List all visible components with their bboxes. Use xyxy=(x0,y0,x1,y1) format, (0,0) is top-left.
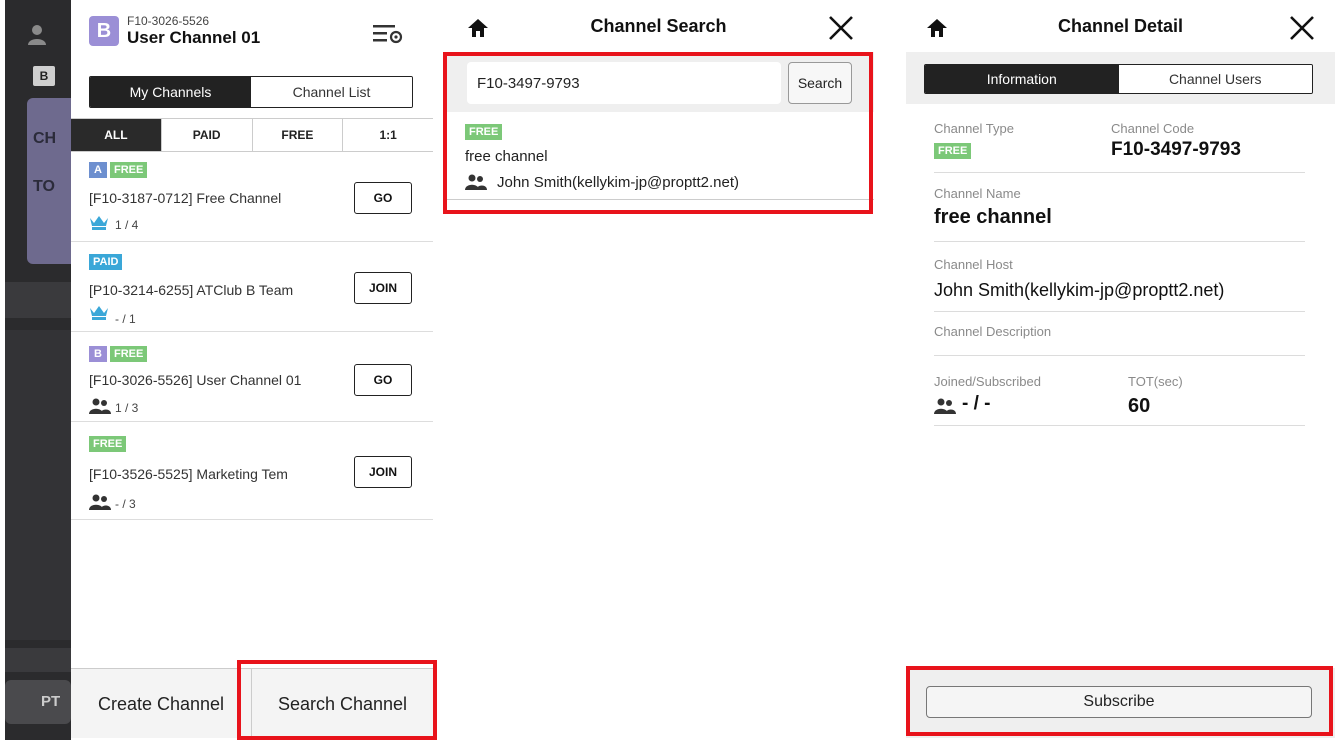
join-button[interactable]: JOIN xyxy=(354,272,412,304)
list-item[interactable]: FREE [F10-3526-5525] Marketing Tem - / 3… xyxy=(71,422,433,520)
channel-letter-badge: B xyxy=(89,346,107,362)
crown-icon xyxy=(90,216,108,230)
channel-letter-badge: A xyxy=(89,162,107,178)
channel-avatar: B xyxy=(89,16,119,46)
close-icon[interactable] xyxy=(827,14,855,42)
channel-badges: PAID xyxy=(89,252,125,270)
bg-label-ch: CH xyxy=(33,130,57,147)
create-channel-button[interactable]: Create Channel xyxy=(71,668,251,738)
go-button[interactable]: GO xyxy=(354,182,412,214)
users-icon xyxy=(89,494,111,510)
channel-description-label: Channel Description xyxy=(934,324,1052,339)
filter-1on1[interactable]: 1:1 xyxy=(343,119,433,151)
subscribe-bar: Subscribe xyxy=(906,668,1335,738)
channel-detail-screen: Channel Detail Information Channel Users… xyxy=(906,0,1335,740)
free-badge: FREE xyxy=(465,124,503,140)
bg-strip xyxy=(5,282,71,318)
channel-host-label: Channel Host xyxy=(934,257,1013,272)
search-header: Channel Search xyxy=(443,0,874,52)
channel-name: [F10-3187-0712] Free Channel xyxy=(89,190,282,206)
channel-type-label: Channel Type xyxy=(934,121,1014,136)
users-icon xyxy=(465,174,487,190)
current-channel-code: F10-3026-5526 xyxy=(127,14,210,28)
bg-badge-b: B xyxy=(33,66,55,86)
channel-badges: FREE xyxy=(89,434,129,452)
bg-label-to: TO xyxy=(33,178,55,195)
page-title: Channel Detail xyxy=(1057,16,1184,36)
users-icon xyxy=(934,398,956,414)
channel-host-value: John Smith(kellykim-jp@proptt2.net) xyxy=(934,280,1225,300)
user-icon xyxy=(28,25,46,45)
joined-subscribed-label: Joined/Subscribed xyxy=(934,374,1041,389)
filter-all[interactable]: ALL xyxy=(71,119,162,151)
search-input[interactable] xyxy=(467,62,781,104)
member-count: - / 3 xyxy=(115,497,136,511)
crown-icon xyxy=(90,306,108,320)
channel-name-value: free channel xyxy=(934,206,1052,228)
channel-code-label: Channel Code xyxy=(1111,121,1195,136)
list-item[interactable]: A FREE [F10-3187-0712] Free Channel 1 / 4… xyxy=(71,152,433,242)
bg-ptt-button: PT xyxy=(5,680,71,724)
result-channel-host: John Smith(kellykim-jp@proptt2.net) xyxy=(497,174,739,191)
member-count: 1 / 4 xyxy=(115,218,139,232)
tot-label: TOT(sec) xyxy=(1128,374,1183,389)
channel-search-screen: Channel Search Search FREE free channel … xyxy=(443,0,874,740)
free-badge: FREE xyxy=(934,143,972,159)
search-button[interactable]: Search xyxy=(788,62,852,104)
detail-header: Channel Detail xyxy=(906,0,1335,52)
page-title: Channel Search xyxy=(590,16,727,36)
divider xyxy=(934,355,1305,356)
bg-strip xyxy=(5,648,71,672)
users-icon xyxy=(89,398,111,414)
result-channel-name: free channel xyxy=(465,148,548,165)
divider xyxy=(934,241,1305,242)
filter-paid[interactable]: PAID xyxy=(161,119,253,151)
search-bar: Search xyxy=(443,52,874,112)
background-app: B CH TO PT xyxy=(5,0,71,740)
list-item[interactable]: PAID [P10-3214-6255] ATClub B Team - / 1… xyxy=(71,242,433,332)
current-channel-name: User Channel 01 xyxy=(127,28,261,47)
close-icon[interactable] xyxy=(1288,14,1316,42)
channel-name: [F10-3526-5525] Marketing Tem xyxy=(89,466,288,482)
subscribe-button[interactable]: Subscribe xyxy=(926,686,1312,718)
tot-value: 60 xyxy=(1128,395,1151,417)
channel-badges: A FREE xyxy=(89,160,150,178)
list-settings-icon[interactable] xyxy=(371,22,405,46)
tab-channel-list[interactable]: Channel List xyxy=(251,77,412,107)
channel-name: [F10-3026-5526] User Channel 01 xyxy=(89,372,302,388)
channel-name: [P10-3214-6255] ATClub B Team xyxy=(89,282,294,298)
channel-code-value: F10-3497-9793 xyxy=(1111,139,1241,160)
tab-information[interactable]: Information xyxy=(925,65,1119,93)
tab-channel-users[interactable]: Channel Users xyxy=(1118,65,1312,93)
channel-name-label: Channel Name xyxy=(934,186,1021,201)
divider xyxy=(934,172,1305,173)
free-badge: FREE xyxy=(89,436,127,452)
drawer-tabs: My Channels Channel List xyxy=(89,76,413,108)
tab-my-channels[interactable]: My Channels xyxy=(90,77,251,107)
free-badge: FREE xyxy=(110,346,148,362)
channel-drawer: B F10-3026-5526 User Channel 01 My Chann… xyxy=(71,0,433,740)
member-count: 1 / 3 xyxy=(115,401,139,415)
filter-free[interactable]: FREE xyxy=(252,119,344,151)
paid-badge: PAID xyxy=(89,254,123,270)
channel-filter-bar: ALL PAID FREE 1:1 xyxy=(71,118,433,152)
search-channel-button[interactable]: Search Channel xyxy=(251,668,433,738)
member-count: - / 1 xyxy=(115,312,136,326)
channel-badges: B FREE xyxy=(89,344,150,362)
join-button[interactable]: JOIN xyxy=(354,456,412,488)
channel-drawer-screen: B CH TO PT B F10-3026-5526 User Channel … xyxy=(5,0,437,740)
list-item[interactable]: B FREE [F10-3026-5526] User Channel 01 1 … xyxy=(71,332,433,422)
joined-subscribed-value: - / - xyxy=(962,393,991,414)
divider xyxy=(934,311,1305,312)
search-result-item[interactable]: FREE free channel John Smith(kellykim-jp… xyxy=(443,112,874,200)
go-button[interactable]: GO xyxy=(354,364,412,396)
free-badge: FREE xyxy=(110,162,148,178)
detail-tabs: Information Channel Users xyxy=(924,64,1313,94)
detail-tabs-bar: Information Channel Users xyxy=(906,52,1335,104)
divider xyxy=(934,425,1305,426)
bg-strip xyxy=(5,330,71,640)
